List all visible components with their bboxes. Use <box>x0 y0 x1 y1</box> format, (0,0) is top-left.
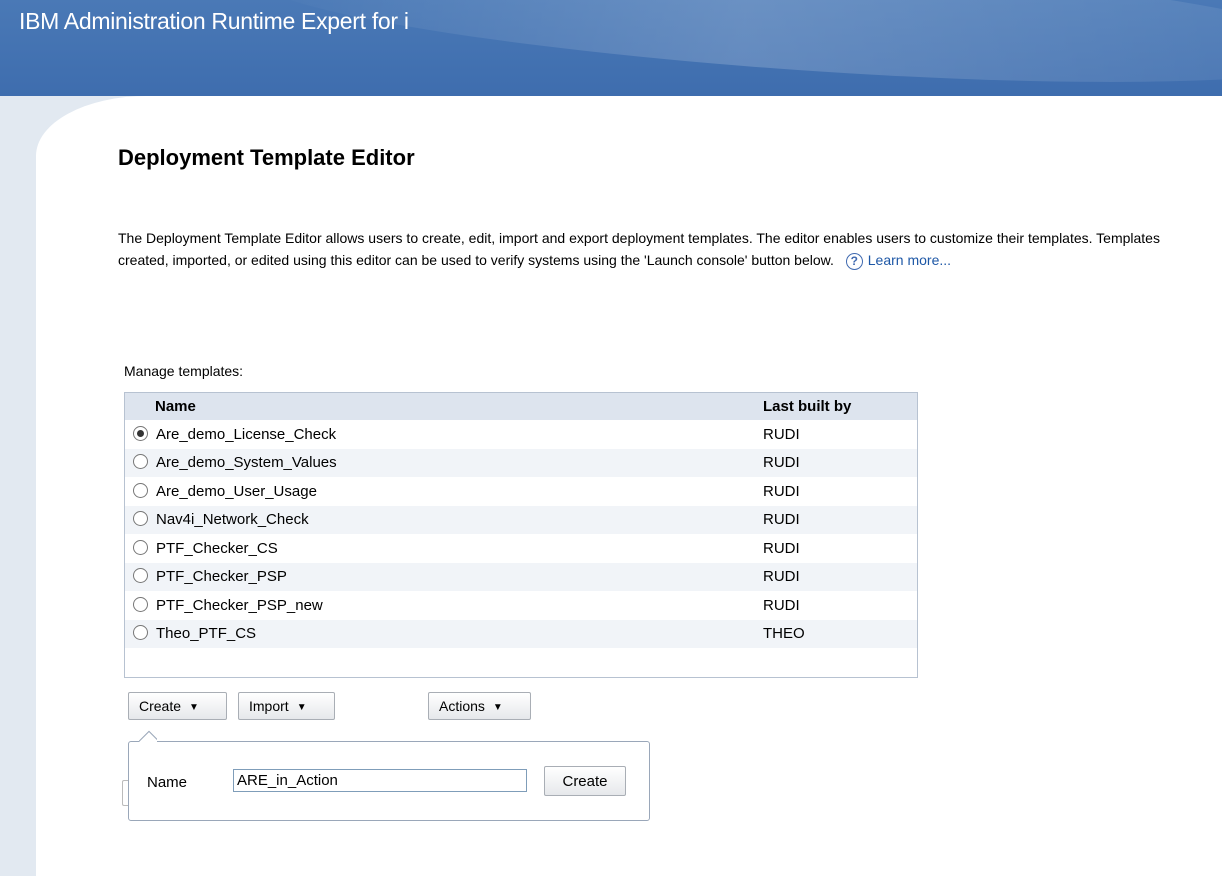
column-header-last-built-by[interactable]: Last built by <box>761 393 917 420</box>
template-name: Are_demo_System_Values <box>156 454 337 472</box>
table-row[interactable]: Theo_PTF_CS THEO <box>125 619 917 649</box>
template-radio-button[interactable] <box>133 596 148 612</box>
template-radio-button[interactable] <box>133 511 148 527</box>
template-name: PTF_Checker_PSP <box>156 568 287 586</box>
table-row[interactable]: Nav4i_Network_Check RUDI <box>125 505 917 535</box>
template-name: PTF_Checker_PSP_new <box>156 596 323 614</box>
page-description: The Deployment Template Editor allows us… <box>118 227 1198 271</box>
last-built-by-cell: RUDI <box>763 425 800 443</box>
import-menu-label: Import <box>249 698 289 714</box>
template-name-cell: PTF_Checker_PSP <box>125 563 761 592</box>
table-row[interactable]: Are_demo_License_Check RUDI <box>125 420 917 449</box>
template-radio-button[interactable] <box>133 454 148 470</box>
learn-more-link[interactable]: Learn more... <box>868 252 951 268</box>
popup-pointer <box>139 728 157 742</box>
last-built-by-cell: RUDI <box>763 596 800 614</box>
page-title: Deployment Template Editor <box>118 145 415 170</box>
last-built-by-cell: RUDI <box>763 511 800 529</box>
template-name-cell: PTF_Checker_CS <box>125 534 761 563</box>
last-built-by-cell: RUDI <box>763 568 800 586</box>
import-menu-button[interactable]: Import ▼ <box>238 692 335 720</box>
manage-templates-label: Manage templates: <box>124 363 244 379</box>
template-radio-button[interactable] <box>133 625 148 641</box>
actions-menu-button[interactable]: Actions ▼ <box>428 692 531 720</box>
template-name-input[interactable] <box>233 769 527 792</box>
template-name-cell: Are_demo_System_Values <box>125 449 761 478</box>
last-built-by-cell: THEO <box>763 625 805 643</box>
learn-more-help[interactable]: ? Learn more... <box>845 252 951 270</box>
templates-table: Name Last built by Are_demo_License_Chec… <box>124 392 918 678</box>
template-radio-button[interactable] <box>133 425 148 441</box>
app-banner: IBM Administration Runtime Expert for i <box>0 0 1222 96</box>
table-row[interactable]: PTF_Checker_PSP RUDI <box>125 562 917 592</box>
column-header-name[interactable]: Name <box>125 393 761 420</box>
last-built-by-cell: RUDI <box>763 454 800 472</box>
template-name: Are_demo_User_Usage <box>156 482 317 500</box>
create-menu-button[interactable]: Create ▼ <box>128 692 227 720</box>
template-name: Are_demo_License_Check <box>156 425 337 443</box>
chevron-down-icon: ▼ <box>189 702 199 713</box>
chevron-down-icon: ▼ <box>492 702 503 713</box>
chevron-down-icon: ▼ <box>296 702 307 713</box>
table-row[interactable]: PTF_Checker_PSP_new RUDI <box>125 591 917 620</box>
template-name: PTF_Checker_CS <box>156 539 278 557</box>
create-template-button[interactable]: Create <box>544 766 626 796</box>
template-radio-button[interactable] <box>133 568 148 584</box>
template-name-cell: Nav4i_Network_Check <box>125 506 761 535</box>
table-header-row: Name Last built by <box>125 393 917 420</box>
last-built-by-cell: RUDI <box>763 539 800 557</box>
template-radio-button[interactable] <box>133 539 148 555</box>
help-icon[interactable]: ? <box>845 252 863 270</box>
template-name-cell: PTF_Checker_PSP_new <box>125 591 761 620</box>
template-name-label: Name <box>147 774 188 791</box>
table-row[interactable]: Are_demo_System_Values RUDI <box>125 448 917 478</box>
table-row[interactable]: Are_demo_User_Usage RUDI <box>125 477 917 506</box>
create-menu-label: Create <box>139 698 182 714</box>
last-built-by-cell: RUDI <box>763 482 800 500</box>
template-name: Theo_PTF_CS <box>156 625 257 643</box>
description-text: The Deployment Template Editor allows us… <box>118 230 1160 268</box>
template-radio-button[interactable] <box>133 482 148 498</box>
app-title: IBM Administration Runtime Expert for i <box>19 8 409 34</box>
actions-menu-label: Actions <box>439 698 485 714</box>
template-name-cell: Are_demo_User_Usage <box>125 477 761 506</box>
template-name-cell: Theo_PTF_CS <box>125 620 761 649</box>
template-name-cell: Are_demo_License_Check <box>125 420 761 449</box>
table-row[interactable]: PTF_Checker_CS RUDI <box>125 534 917 563</box>
template-name: Nav4i_Network_Check <box>156 511 309 529</box>
